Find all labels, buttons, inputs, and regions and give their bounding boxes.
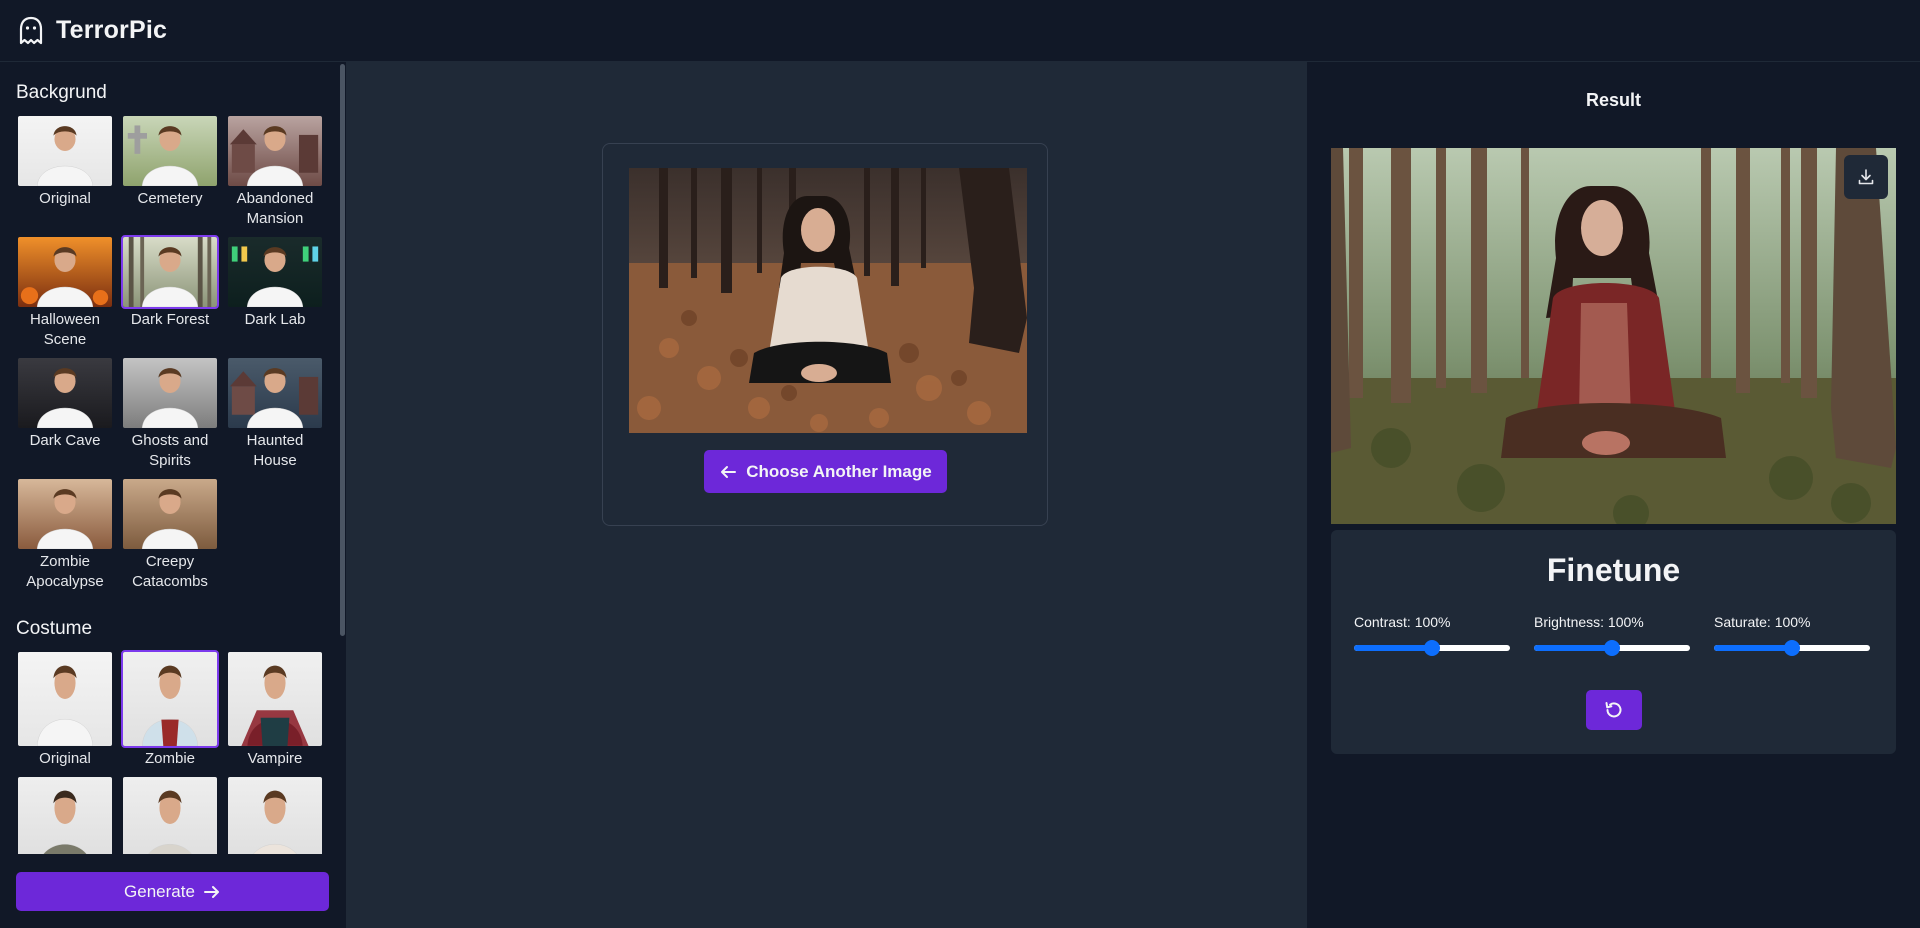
background-section-title: Backgrund bbox=[16, 82, 107, 103]
background-thumbnail bbox=[16, 114, 114, 188]
background-option-dark-forest[interactable]: Dark Forest bbox=[121, 235, 219, 356]
background-thumbnail bbox=[226, 114, 324, 188]
saturate-label: Saturate: 100% bbox=[1714, 614, 1811, 630]
slider-fill bbox=[1534, 645, 1612, 651]
choose-another-image-button[interactable]: Choose Another Image bbox=[704, 450, 947, 493]
costume-option-label: Zombie bbox=[144, 750, 196, 767]
background-thumbnail bbox=[121, 356, 219, 430]
background-option-label: Abandoned Mansion bbox=[236, 190, 314, 227]
background-option-label: Original bbox=[39, 190, 91, 207]
costume-option-original[interactable]: Original bbox=[16, 650, 114, 775]
costume-thumbnail bbox=[121, 775, 219, 854]
finetune-title: Finetune bbox=[1546, 552, 1681, 588]
costume-thumbnail bbox=[121, 650, 219, 748]
costume-thumbnail bbox=[16, 775, 114, 854]
arrow-right-icon bbox=[203, 885, 219, 898]
sidebar-scrollbar-thumb[interactable] bbox=[340, 64, 345, 636]
contrast-slider-group: Contrast: 100% bbox=[1354, 614, 1510, 656]
brightness-label: Brightness: 100% bbox=[1534, 614, 1644, 630]
brightness-slider[interactable] bbox=[1534, 640, 1690, 656]
costume-option-zombie[interactable]: Zombie bbox=[121, 650, 219, 775]
costume-thumbnail bbox=[226, 775, 324, 854]
rotate-ccw-icon bbox=[1605, 702, 1622, 718]
costume-thumbnail bbox=[16, 650, 114, 748]
brightness-slider-group: Brightness: 100% bbox=[1534, 614, 1690, 656]
background-option-haunted-house[interactable]: Haunted House bbox=[226, 356, 324, 477]
slider-thumb[interactable] bbox=[1424, 640, 1440, 656]
app-title: TerrorPic bbox=[56, 16, 168, 44]
background-option-label: Ghosts and Spirits bbox=[131, 432, 209, 469]
background-thumbnail bbox=[121, 114, 219, 188]
sidebar-scroll-area[interactable]: Backgrund Original Cemetery Abandoned Ma… bbox=[0, 62, 340, 854]
app-header: TerrorPic bbox=[0, 0, 1920, 62]
costume-thumbnail bbox=[226, 650, 324, 748]
slider-fill bbox=[1354, 645, 1432, 651]
background-thumbnail bbox=[16, 235, 114, 309]
uploaded-image bbox=[629, 168, 1027, 433]
background-option-label: Creepy Catacombs bbox=[132, 553, 208, 590]
sidebar: Backgrund Original Cemetery Abandoned Ma… bbox=[0, 62, 346, 928]
contrast-slider[interactable] bbox=[1354, 640, 1510, 656]
generate-button[interactable]: Generate bbox=[16, 872, 329, 911]
download-icon bbox=[1858, 169, 1874, 185]
background-option-label: Dark Lab bbox=[244, 311, 306, 328]
background-grid: Original Cemetery Abandoned Mansion Hall… bbox=[16, 114, 340, 598]
costume-section-title: Costume bbox=[16, 618, 93, 639]
result-title: Result bbox=[1585, 90, 1641, 110]
background-thumbnail bbox=[121, 235, 219, 309]
background-option-label: Haunted House bbox=[246, 432, 304, 469]
background-thumbnail bbox=[226, 235, 324, 309]
costume-option-4[interactable] bbox=[16, 775, 114, 854]
background-option-label: Zombie Apocalypse bbox=[26, 553, 104, 590]
background-thumbnail bbox=[16, 356, 114, 430]
background-option-ghosts-and-spirits[interactable]: Ghosts and Spirits bbox=[121, 356, 219, 477]
background-option-abandoned-mansion[interactable]: Abandoned Mansion bbox=[226, 114, 324, 235]
contrast-label: Contrast: 100% bbox=[1354, 614, 1451, 630]
slider-fill bbox=[1714, 645, 1792, 651]
slider-thumb[interactable] bbox=[1604, 640, 1620, 656]
background-option-halloween-scene[interactable]: Halloween Scene bbox=[16, 235, 114, 356]
background-option-label: Dark Forest bbox=[130, 311, 210, 328]
background-thumbnail bbox=[121, 477, 219, 551]
background-option-zombie-apocalypse[interactable]: Zombie Apocalypse bbox=[16, 477, 114, 598]
download-button[interactable] bbox=[1844, 155, 1888, 199]
background-option-label: Cemetery bbox=[137, 190, 203, 207]
background-option-cemetery[interactable]: Cemetery bbox=[121, 114, 219, 235]
saturate-slider-group: Saturate: 100% bbox=[1714, 614, 1870, 656]
costume-option-label: Vampire bbox=[247, 750, 303, 767]
background-thumbnail bbox=[16, 477, 114, 551]
arrow-left-icon bbox=[721, 465, 737, 478]
background-option-label: Halloween Scene bbox=[29, 311, 101, 348]
costume-grid: Original Zombie Vampire bbox=[16, 650, 340, 854]
reset-button[interactable] bbox=[1586, 690, 1642, 730]
saturate-slider[interactable] bbox=[1714, 640, 1870, 656]
background-option-dark-lab[interactable]: Dark Lab bbox=[226, 235, 324, 356]
choose-another-image-label: Choose Another Image bbox=[746, 461, 932, 481]
result-panel: Result Finetune Contrast: 100% Brightnes… bbox=[1307, 62, 1920, 928]
sidebar-scrollbar[interactable] bbox=[339, 62, 346, 928]
generate-button-label: Generate bbox=[124, 881, 195, 901]
result-image bbox=[1331, 148, 1896, 524]
background-option-label: Dark Cave bbox=[29, 432, 101, 449]
costume-option-label: Original bbox=[39, 750, 91, 767]
costume-option-6[interactable] bbox=[226, 775, 324, 854]
costume-option-vampire[interactable]: Vampire bbox=[226, 650, 324, 775]
ghost-icon bbox=[19, 16, 43, 44]
slider-thumb[interactable] bbox=[1784, 640, 1800, 656]
upload-area: Choose Another Image bbox=[346, 62, 1307, 928]
background-thumbnail bbox=[226, 356, 324, 430]
background-option-dark-cave[interactable]: Dark Cave bbox=[16, 356, 114, 477]
costume-option-5[interactable] bbox=[121, 775, 219, 854]
finetune-panel: Finetune Contrast: 100% Brightness: 100% S… bbox=[1331, 530, 1896, 754]
background-option-original[interactable]: Original bbox=[16, 114, 114, 235]
background-option-creepy-catacombs[interactable]: Creepy Catacombs bbox=[121, 477, 219, 598]
